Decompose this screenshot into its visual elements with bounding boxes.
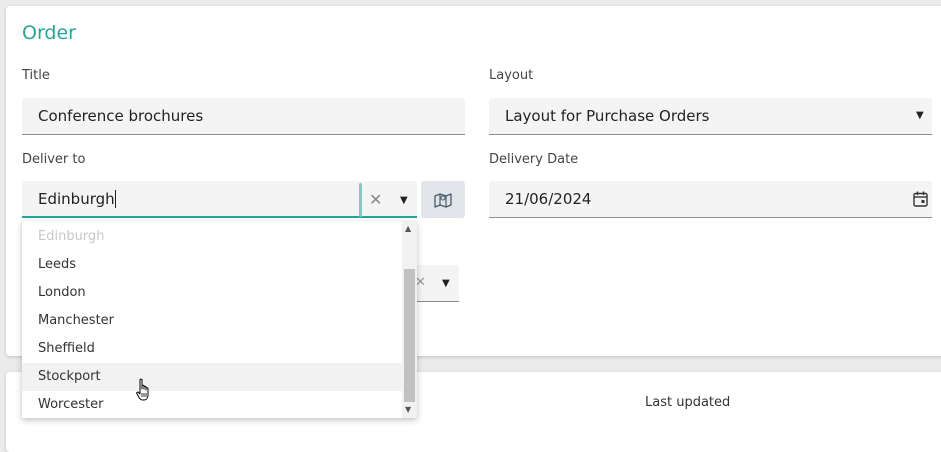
delivery-date-label: Delivery Date (489, 152, 579, 167)
calendar-icon[interactable] (913, 191, 928, 207)
scrollbar-thumb[interactable] (404, 269, 415, 402)
deliver-to-dropdown[interactable]: Edinburgh Leeds London Manchester Sheffi… (22, 221, 417, 418)
text-caret (115, 190, 116, 208)
caret-down-icon[interactable]: ▼ (400, 195, 408, 206)
dropdown-option: Edinburgh (38, 229, 105, 244)
section-title: Order (22, 22, 76, 44)
title-label: Title (22, 68, 50, 83)
deliver-to-input[interactable]: Edinburgh (22, 181, 417, 218)
layout-select[interactable]: Layout for Purchase Orders ▼ (489, 98, 932, 135)
caret-down-icon[interactable]: ▼ (442, 278, 450, 289)
hand-pointer-icon (136, 378, 149, 401)
caret-down-icon: ▼ (916, 110, 924, 121)
layout-value: Layout for Purchase Orders (505, 107, 710, 125)
map-button[interactable] (421, 181, 465, 218)
delivery-date-value: 21/06/2024 (505, 190, 592, 208)
focus-edge (359, 183, 362, 217)
close-icon[interactable]: ✕ (369, 190, 382, 209)
scroll-up-icon[interactable]: ▲ (405, 224, 411, 233)
last-updated-header: Last updated (645, 395, 731, 410)
dropdown-option[interactable]: Stockport (22, 363, 402, 391)
delivery-date-field[interactable]: 21/06/2024 (489, 181, 932, 218)
scroll-down-icon[interactable]: ▼ (405, 405, 411, 414)
deliver-to-value: Edinburgh (38, 190, 115, 208)
dropdown-scrollbar[interactable]: ▲ ▼ (402, 221, 417, 418)
dropdown-option[interactable]: Manchester (22, 307, 402, 335)
dropdown-option[interactable]: Worcester (22, 391, 402, 418)
deliver-to-label: Deliver to (22, 152, 86, 167)
dropdown-option[interactable]: London (22, 279, 402, 307)
layout-label: Layout (489, 68, 534, 83)
map-icon (434, 192, 452, 208)
dropdown-option[interactable]: Leeds (22, 251, 402, 279)
title-field[interactable]: Conference brochures (22, 98, 465, 135)
dropdown-option[interactable]: Sheffield (22, 335, 402, 363)
title-value: Conference brochures (38, 107, 204, 125)
